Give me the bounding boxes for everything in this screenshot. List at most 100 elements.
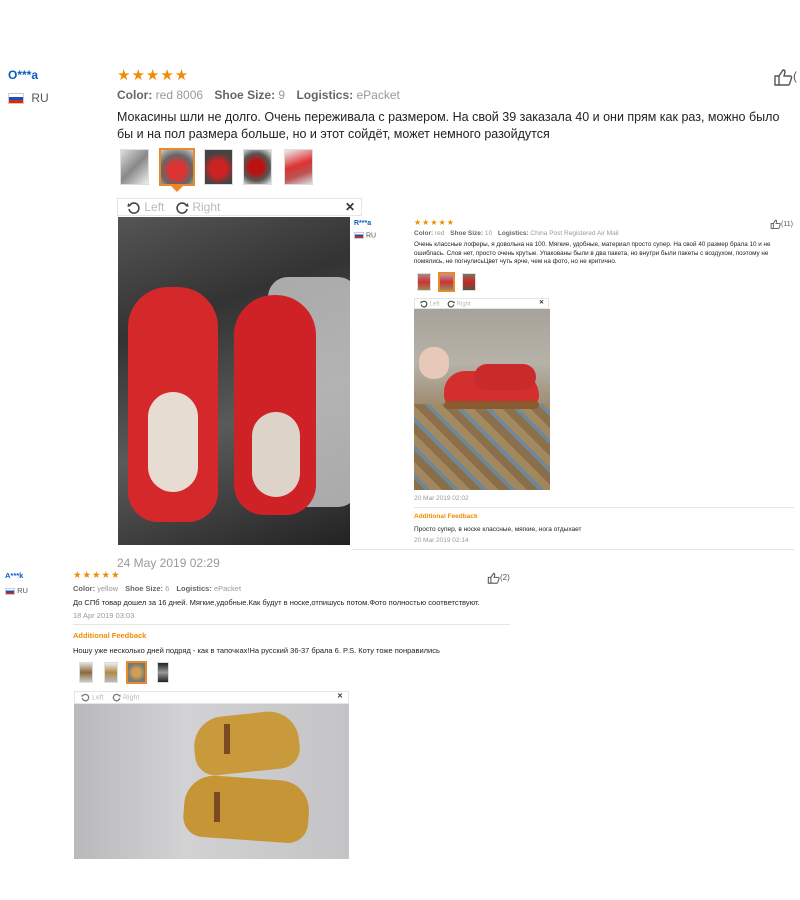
review-photo-large: [74, 704, 349, 859]
logistics-value: ePacket: [213, 584, 242, 593]
thumbs-up-icon: [770, 219, 781, 229]
size-value: 10: [484, 230, 493, 237]
color-label: Color:: [117, 88, 153, 102]
russia-flag-icon: [354, 232, 364, 239]
close-icon: ✕: [344, 200, 355, 214]
country-code: RU: [31, 91, 49, 105]
rotate-left-label: Left: [144, 200, 165, 214]
rotate-left-button[interactable]: Left: [420, 300, 440, 308]
divider: [73, 624, 510, 625]
rating-stars: ★★★★★: [414, 218, 455, 227]
color-label: Color:: [414, 230, 434, 237]
review-date: 24 May 2019 02:29: [117, 556, 220, 570]
reviewer-country: RU: [8, 91, 49, 105]
review-photo-thumb[interactable]: [417, 273, 431, 291]
country-code: RU: [365, 232, 377, 240]
review-text: Мокасины шли не долго. Очень переживала …: [117, 110, 780, 141]
logistics-value: ePacket: [356, 88, 400, 102]
thumbs-up-icon: [774, 69, 793, 86]
rotate-right-button[interactable]: Right: [447, 300, 471, 308]
selected-arrow-icon: [171, 186, 183, 192]
rotate-left-button[interactable]: Left: [81, 693, 104, 702]
rotate-left-icon: [420, 300, 428, 308]
review-meta: Color: red 8006 Shoe Size: 9 Logistics: …: [117, 88, 400, 102]
review-photo-thumb[interactable]: [120, 149, 149, 185]
photo-viewer-toolbar: Left Right ✕: [74, 691, 349, 704]
reviewer-name: O***a: [8, 68, 39, 82]
helpful-count: (11): [781, 220, 793, 228]
rotate-right-icon: [112, 693, 121, 702]
additional-feedback-date: 20 Mar 2019 02:14: [414, 537, 469, 544]
rotate-left-icon: [81, 693, 90, 702]
rotate-right-label: Right: [192, 200, 221, 214]
review-photo-thumb-selected[interactable]: [159, 148, 195, 186]
rotate-left-label: Left: [429, 301, 440, 308]
logistics-label: Logistics:: [497, 230, 529, 237]
close-viewer-button[interactable]: ✕: [345, 200, 355, 214]
helpful-button[interactable]: (2): [487, 572, 510, 584]
additional-feedback-label: Additional Feedback: [73, 631, 147, 640]
close-icon: ✕: [538, 300, 544, 306]
reviewer-name: R***a: [354, 220, 372, 227]
helpful-button[interactable]: (11): [770, 219, 793, 229]
rating-stars: ★★★★★: [73, 570, 121, 581]
review-photo-thumb[interactable]: [157, 662, 169, 683]
thumbs-up-icon: [487, 572, 500, 584]
size-value: 9: [278, 88, 286, 102]
close-viewer-button[interactable]: ✕: [337, 692, 343, 700]
review-date: 18 Apr 2019 03:03: [73, 611, 135, 620]
russia-flag-icon: [5, 587, 15, 595]
review-meta: Color: red Shoe Size: 10 Logistics: Chin…: [414, 230, 619, 237]
helpful-count: (2): [500, 573, 510, 583]
size-label: Shoe Size:: [214, 88, 276, 102]
close-viewer-button[interactable]: ✕: [539, 299, 544, 306]
review-photo-thumb-selected[interactable]: [126, 661, 147, 684]
reviewer-country: RU: [5, 586, 28, 595]
review-photo-thumb-selected[interactable]: [438, 272, 455, 292]
color-value: red 8006: [155, 88, 204, 102]
review-text: Очень классные лоферы, я довольна на 100…: [414, 241, 771, 265]
divider: [414, 507, 794, 508]
country-code: RU: [17, 586, 28, 595]
review-photo-thumb[interactable]: [79, 662, 93, 683]
logistics-value: China Post Registered Air Mail: [530, 230, 619, 237]
helpful-button[interactable]: (: [773, 68, 797, 86]
additional-feedback-label: Additional Feedback: [414, 513, 478, 520]
photo-viewer-toolbar: Left Right ✕: [414, 298, 549, 309]
size-label: Shoe Size:: [125, 584, 164, 593]
rotate-right-icon: [447, 300, 455, 308]
review-photo-thumb[interactable]: [204, 149, 233, 185]
size-value: 6: [165, 584, 170, 593]
review-photo-thumb[interactable]: [104, 662, 118, 683]
reviewer-country: RU: [354, 232, 376, 239]
review-meta: Color: yellow Shoe Size: 6 Logistics: eP…: [73, 584, 241, 593]
rotate-right-button[interactable]: Right: [112, 693, 139, 702]
rotate-right-label: Right: [122, 694, 140, 702]
color-value: red: [434, 230, 445, 237]
rotate-left-label: Left: [91, 694, 104, 702]
rating-stars: ★★★★★: [117, 67, 190, 84]
review-photo-large: [118, 217, 350, 545]
additional-feedback-text: Ношу уже несколько дней подряд - как в т…: [73, 646, 440, 655]
review-text: До СПб товар дошел за 16 дней. Мягкие,уд…: [73, 598, 480, 607]
reviewer-name: A***k: [5, 571, 24, 580]
review-photo-thumb[interactable]: [243, 149, 272, 185]
logistics-label: Logistics:: [176, 584, 212, 593]
color-value: yellow: [97, 584, 119, 593]
rotate-right-label: Right: [456, 301, 471, 308]
review-photo-thumb[interactable]: [462, 273, 476, 291]
rotate-right-button[interactable]: Right: [175, 200, 220, 215]
divider: [352, 549, 794, 550]
size-label: Shoe Size:: [450, 230, 484, 237]
logistics-label: Logistics:: [296, 88, 354, 102]
color-label: Color:: [73, 584, 96, 593]
helpful-count: (: [793, 69, 797, 84]
photo-viewer-toolbar: Left Right ✕: [117, 198, 362, 216]
rotate-left-icon: [127, 202, 140, 214]
review-date: 20 Mar 2019 02:02: [414, 495, 469, 502]
additional-feedback-text: Просто супер, в носке классные, мягкие, …: [414, 526, 582, 533]
russia-flag-icon: [8, 93, 24, 105]
review-photo-large: [414, 309, 550, 490]
rotate-left-button[interactable]: Left: [127, 200, 164, 215]
review-photo-thumb[interactable]: [284, 149, 313, 185]
